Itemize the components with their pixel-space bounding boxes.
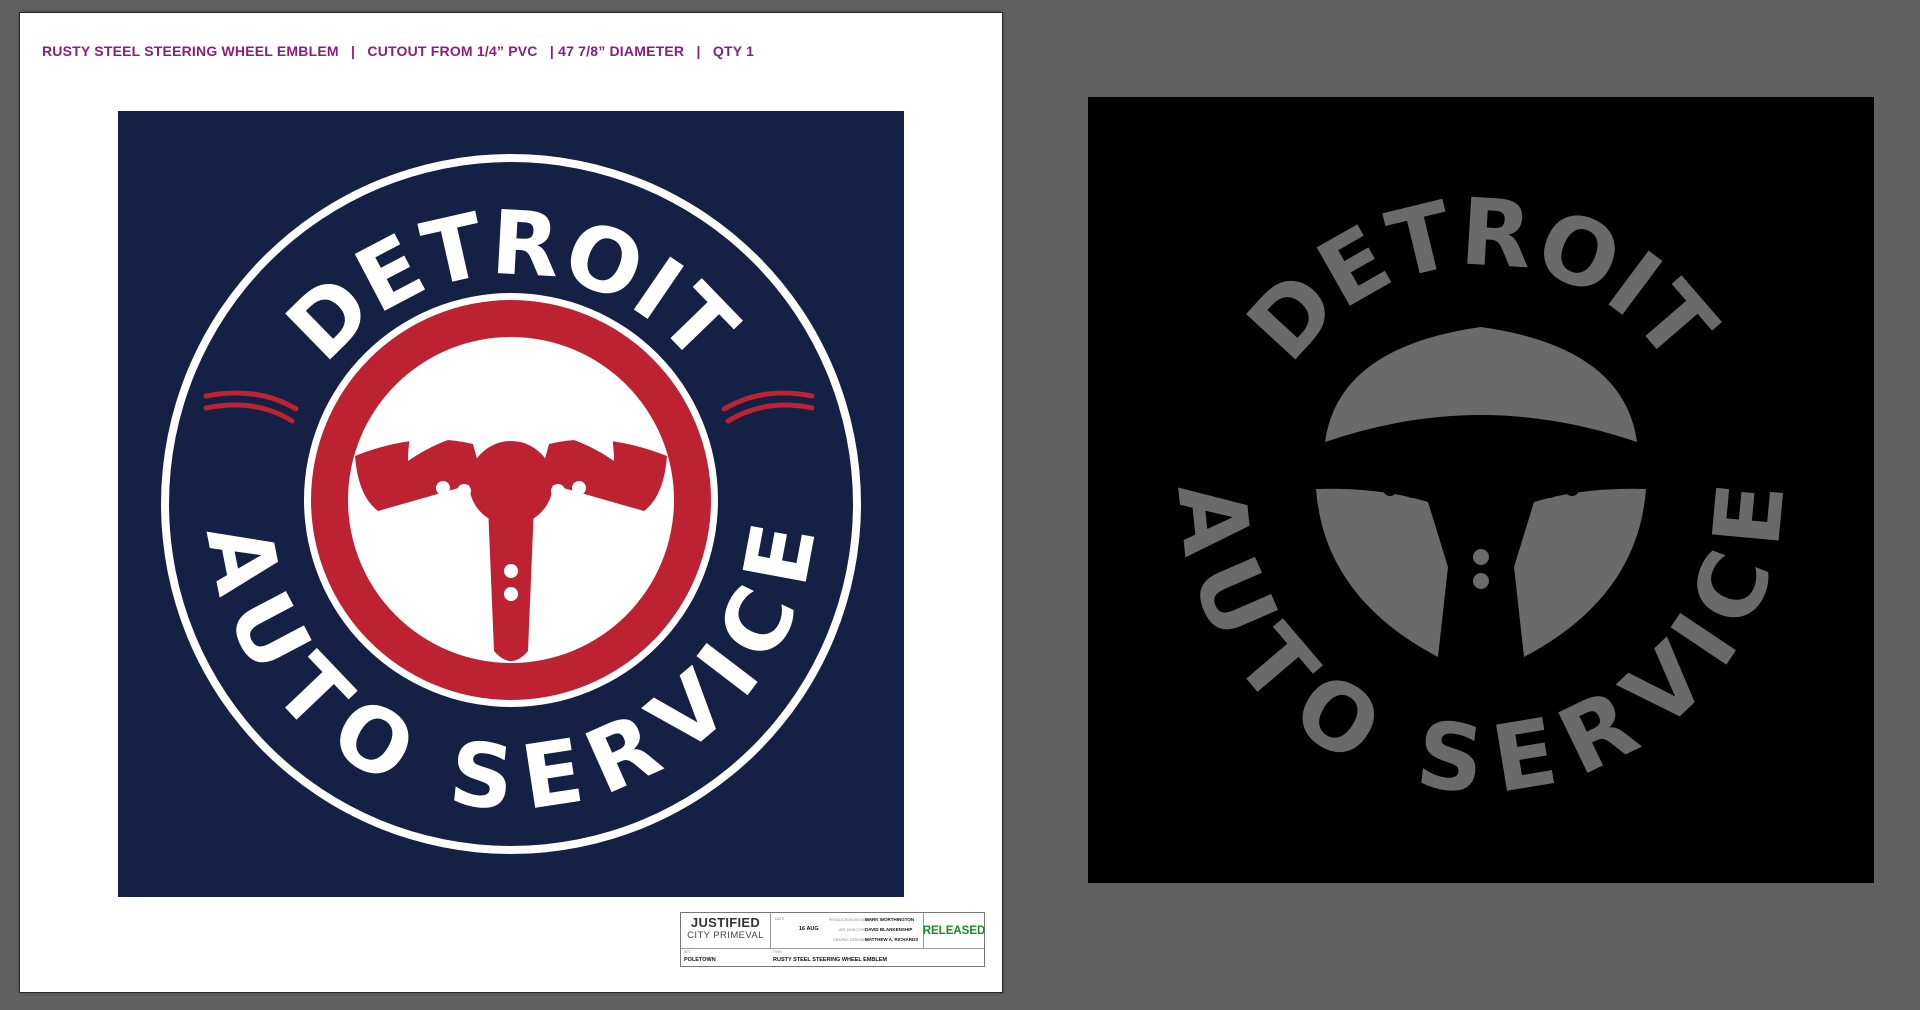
set-value: POLETOWN (684, 957, 716, 963)
cutout-preview: DETROIT AUTO SERVICE (1088, 97, 1874, 883)
show-logo: JUSTIFIED CITY PRIMEVAL (681, 913, 771, 948)
title-block-bottom: SET POLETOWN ITEM RUSTY STEEL STEERING W… (681, 948, 984, 966)
emblem-svg: DETROIT AUTO SERVICE (161, 154, 861, 854)
steering-wheel-icon (304, 293, 718, 707)
cutout-auto-service-text: AUTO SERVICE (1156, 478, 1805, 814)
date-value: 16 AUG (799, 926, 819, 932)
cutout-hub-dots (1473, 549, 1489, 589)
item-value: RUSTY STEEL STEERING WHEEL EMBLEM (773, 957, 887, 963)
cutout-steering-wheel-icon (1316, 327, 1646, 657)
color-emblem-artwork: DETROIT AUTO SERVICE (118, 111, 904, 897)
status-badge: RELEASED (923, 913, 985, 948)
cutout-hub-holes (1383, 482, 1579, 498)
spec-line: RUSTY STEEL STEERING WHEEL EMBLEM | CUTO… (42, 43, 755, 59)
cutout-svg: DETROIT AUTO SERVICE (1156, 178, 1805, 814)
design-sheet: RUSTY STEEL STEERING WHEEL EMBLEM | CUTO… (19, 12, 1003, 993)
title-block: JUSTIFIED CITY PRIMEVAL DATE 16 AUG PROD… (680, 912, 985, 967)
